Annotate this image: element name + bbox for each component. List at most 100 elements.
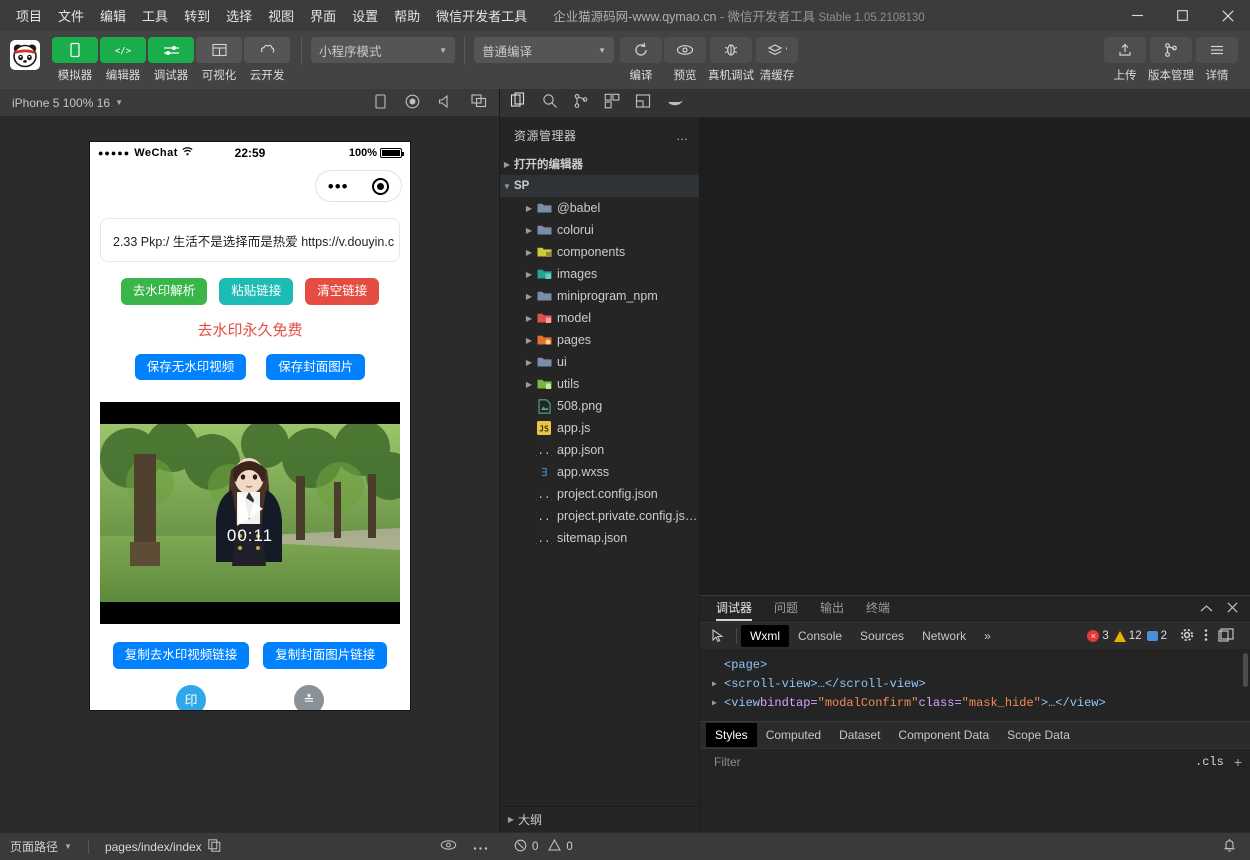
menu-item-file[interactable]: 文件: [50, 2, 92, 29]
chevron-right-icon[interactable]: ▶: [522, 314, 536, 323]
menu-item-edit[interactable]: 编辑: [92, 2, 134, 29]
styles-tab-scope[interactable]: Scope Data: [998, 723, 1079, 747]
chevron-right-icon[interactable]: ▶: [522, 358, 536, 367]
source-control-icon[interactable]: [573, 93, 589, 114]
play-icon[interactable]: [237, 492, 263, 526]
upload-button[interactable]: 上传: [1104, 37, 1146, 83]
chevron-right-icon[interactable]: ▶: [522, 292, 536, 301]
menu-item-settings[interactable]: 设置: [344, 2, 386, 29]
tab-terminal[interactable]: 终端: [866, 599, 890, 619]
error-badge[interactable]: × 3: [1087, 630, 1108, 642]
link-input[interactable]: 2.33 Pkp:/ 生活不是选择而是热爱 https://v.douyin.c: [100, 218, 400, 262]
tree-item-components[interactable]: ▶ components: [500, 241, 699, 263]
chevron-down-icon[interactable]: ▼: [500, 182, 514, 191]
devtab-wxml[interactable]: Wxml: [741, 625, 789, 647]
cloud-icon[interactable]: [244, 37, 290, 63]
device-rotate-icon[interactable]: [374, 94, 387, 112]
save-video-button[interactable]: 保存无水印视频: [135, 354, 247, 381]
toolbar-visual[interactable]: 可视化: [196, 37, 242, 83]
message-badge[interactable]: 2: [1147, 630, 1167, 642]
project-root-section[interactable]: ▼ SP: [500, 175, 699, 197]
more-icon[interactable]: •••: [328, 178, 349, 195]
preview-button[interactable]: 预览: [664, 37, 706, 83]
wxml-line-scrollview[interactable]: ▶ <scroll-view>…</scroll-view>: [712, 675, 1250, 694]
record-icon[interactable]: [405, 94, 420, 112]
paste-link-button[interactable]: 粘贴链接: [219, 278, 293, 305]
copy-cover-link-button[interactable]: 复制封面图片链接: [263, 642, 387, 669]
status-bar-diagnostics[interactable]: 0 0: [500, 839, 573, 855]
open-editors-section[interactable]: ▶ 打开的编辑器: [500, 153, 699, 175]
menu-item-help[interactable]: 帮助: [386, 2, 428, 29]
tree-item-project-private-config[interactable]: {..} project.private.config.js…: [500, 505, 699, 527]
tree-item-pages[interactable]: ▶ pages: [500, 329, 699, 351]
bug-icon[interactable]: [710, 37, 752, 63]
menu-item-devtools[interactable]: 微信开发者工具: [428, 2, 535, 29]
tab-problems[interactable]: 问题: [774, 599, 798, 619]
chevron-right-icon[interactable]: ▶: [522, 248, 536, 257]
debug-slider-icon[interactable]: [148, 37, 194, 63]
warning-badge[interactable]: 12: [1114, 630, 1142, 642]
styles-tab-computed[interactable]: Computed: [757, 723, 830, 747]
toolbar-cloud[interactable]: 云开发: [244, 37, 290, 83]
add-watermark-item[interactable]: ≛ 加水印: [293, 685, 326, 711]
maximize-icon[interactable]: [1160, 0, 1205, 31]
more-icon[interactable]: [473, 840, 488, 854]
menu-item-goto[interactable]: 转到: [176, 2, 218, 29]
search-icon[interactable]: [542, 93, 558, 114]
video-preview[interactable]: 00:11: [100, 402, 400, 624]
explorer-more-icon[interactable]: …: [676, 129, 689, 143]
page-path-label[interactable]: 页面路径: [10, 838, 58, 855]
version-control-button[interactable]: 版本管理: [1148, 37, 1194, 83]
refresh-icon[interactable]: [620, 37, 662, 63]
close-icon[interactable]: [1205, 0, 1250, 31]
mp-capsule[interactable]: •••: [315, 170, 402, 202]
clear-link-button[interactable]: 清空链接: [305, 278, 379, 305]
tree-item-app-wxss[interactable]: Ǝ app.wxss: [500, 461, 699, 483]
code-icon[interactable]: </>: [100, 37, 146, 63]
tree-item-utils[interactable]: ▶ utils: [500, 373, 699, 395]
cls-toggle[interactable]: .cls: [1195, 755, 1224, 769]
tree-item-ui[interactable]: ▶ ui: [500, 351, 699, 373]
toolbar-simulator[interactable]: 模拟器: [52, 37, 98, 83]
chevron-right-icon[interactable]: ▶: [522, 204, 536, 213]
add-rule-button[interactable]: +: [1234, 754, 1242, 770]
tab-output[interactable]: 输出: [820, 599, 844, 619]
chevron-right-icon[interactable]: ▶: [522, 226, 536, 235]
minimize-icon[interactable]: [1115, 0, 1160, 31]
chevron-down-icon[interactable]: ▼: [64, 842, 72, 851]
layout-icon[interactable]: [635, 93, 651, 114]
eye-icon[interactable]: [664, 37, 706, 63]
styles-filter-input[interactable]: Filter: [714, 755, 741, 769]
files-icon[interactable]: [510, 92, 527, 114]
tree-item-app-json[interactable]: {..} app.json: [500, 439, 699, 461]
compile-select[interactable]: 普通编译 ▼: [474, 37, 614, 63]
menu-item-select[interactable]: 选择: [218, 2, 260, 29]
menu-item-tools[interactable]: 工具: [134, 2, 176, 29]
close-icon[interactable]: [1227, 602, 1238, 616]
styles-tab-styles[interactable]: Styles: [706, 723, 757, 747]
details-button[interactable]: 详情: [1196, 37, 1238, 83]
clear-cache-button[interactable]: ▼ 清缓存: [756, 37, 798, 83]
parse-button[interactable]: 去水印解析: [121, 278, 208, 305]
tree-item-babel[interactable]: ▶ @babel: [500, 197, 699, 219]
extensions-icon[interactable]: [604, 93, 620, 114]
outline-section[interactable]: ▶ 大纲: [500, 806, 699, 832]
volume-icon[interactable]: [438, 94, 453, 111]
device-selector-label[interactable]: iPhone 5 100% 16: [12, 96, 110, 110]
wxml-tree[interactable]: <page> ▶ <scroll-view>…</scroll-view> ▶ …: [700, 649, 1250, 721]
chevron-right-icon[interactable]: ▶: [712, 675, 724, 694]
chevron-right-icon[interactable]: ▶: [500, 160, 514, 169]
tree-item-project-config[interactable]: {..} project.config.json: [500, 483, 699, 505]
chevron-right-icon[interactable]: ▶: [522, 336, 536, 345]
mode-select[interactable]: 小程序模式 ▼: [311, 37, 455, 63]
devtab-more[interactable]: »: [975, 625, 1000, 647]
chevron-right-icon[interactable]: ▶: [712, 694, 724, 713]
toolbar-debugger[interactable]: 调试器: [148, 37, 194, 83]
menu-item-interface[interactable]: 界面: [302, 2, 344, 29]
branch-icon[interactable]: [1150, 37, 1192, 63]
chevron-down-icon[interactable]: ▼: [115, 98, 123, 107]
target-icon[interactable]: [372, 178, 389, 195]
dock-icon[interactable]: [1218, 628, 1234, 645]
styles-tab-component[interactable]: Component Data: [889, 723, 998, 747]
devtab-network[interactable]: Network: [913, 625, 975, 647]
